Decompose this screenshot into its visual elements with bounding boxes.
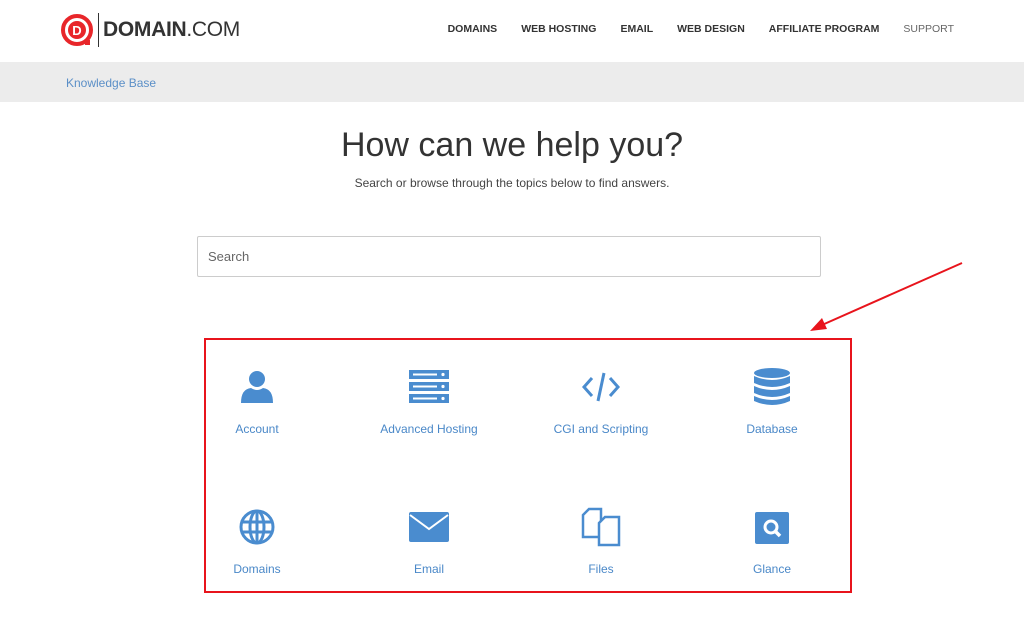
page-title: How can we help you? [340,126,684,164]
topic-label: Account [235,422,279,436]
svg-text:D: D [72,23,81,38]
logo-name-rest: .COM [186,18,240,41]
nav-affiliate-program[interactable]: AFFILIATE PROGRAM [769,23,880,35]
search-input[interactable] [197,236,821,277]
logo-d-icon: D [61,14,93,46]
topic-label: Email [413,562,444,576]
topic-label: Files [588,562,614,576]
topic-email[interactable]: Email [349,507,509,576]
logo-name-bold: DOMAIN [103,18,187,41]
site-header: D DOMAIN.COM DOMAINS WEB HOSTING EMAIL W… [0,0,1024,62]
main-nav: DOMAINS WEB HOSTING EMAIL WEB DESIGN AFF… [448,23,954,35]
search-square-icon [755,512,789,544]
logo-text: DOMAIN.COM [103,18,240,42]
topic-label: CGI and Scripting [553,422,649,436]
topic-account[interactable]: Account [177,367,337,436]
files-icon [581,507,621,547]
nav-web-design[interactable]: WEB DESIGN [677,23,745,35]
topic-label: Domains [233,562,281,576]
topic-glance[interactable]: Glance [692,507,852,576]
nav-email[interactable]: EMAIL [620,23,653,35]
code-icon [581,372,621,402]
topic-label: Advanced Hosting [380,422,478,436]
nav-support[interactable]: SUPPORT [903,23,954,35]
topic-label: Glance [752,562,792,576]
page-subtitle: Search or browse through the topics belo… [354,176,670,190]
topic-cgi-scripting[interactable]: CGI and Scripting [521,367,681,436]
topic-label: Database [746,422,798,436]
topic-database[interactable]: Database [692,367,852,436]
topic-files[interactable]: Files [521,507,681,576]
logo-divider [98,13,99,47]
nav-domains[interactable]: DOMAINS [448,23,498,35]
topic-domains[interactable]: Domains [177,507,337,576]
database-icon [754,368,790,405]
breadcrumb-bar: Knowledge Base [0,62,1024,102]
nav-web-hosting[interactable]: WEB HOSTING [521,23,596,35]
envelope-icon [409,512,449,542]
topic-advanced-hosting[interactable]: Advanced Hosting [349,367,509,436]
breadcrumb-knowledge-base[interactable]: Knowledge Base [66,76,156,90]
logo[interactable]: D DOMAIN.COM [60,13,240,47]
globe-icon [239,509,275,545]
server-icon [409,370,449,403]
user-icon [241,371,273,403]
